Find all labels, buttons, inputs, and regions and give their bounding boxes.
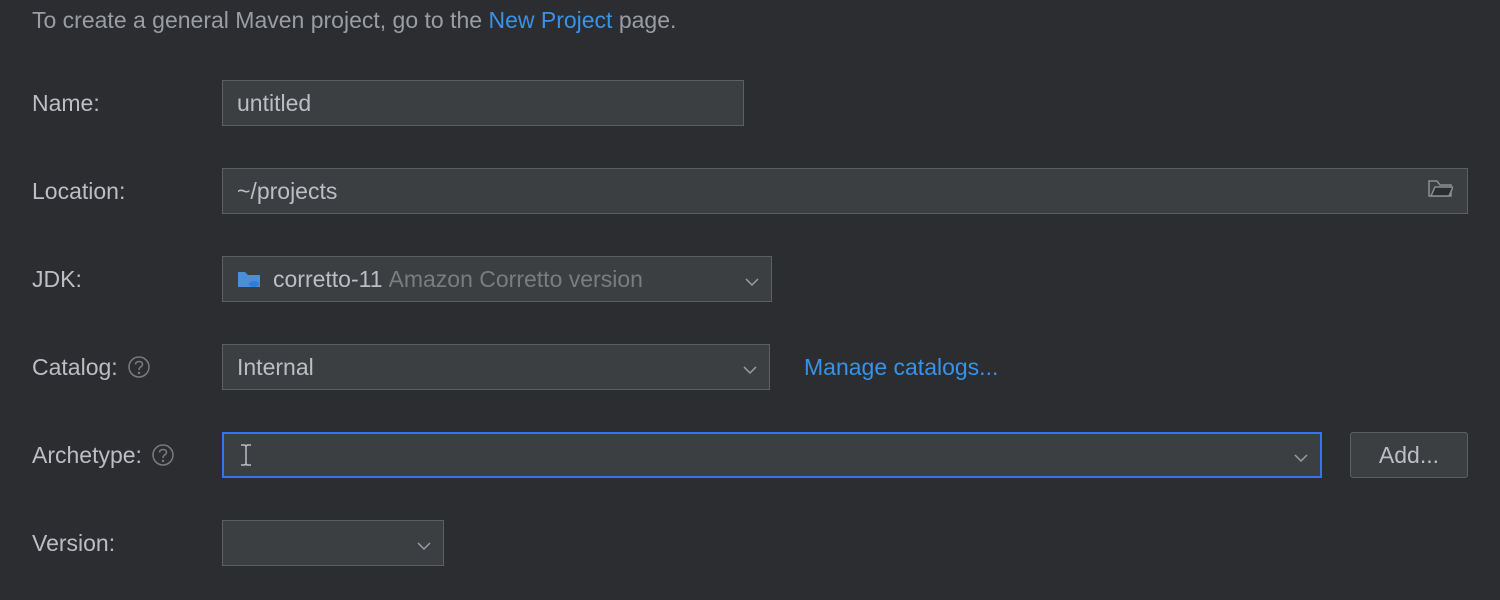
- version-row: Version:: [32, 520, 1468, 566]
- helper-suffix: page.: [612, 7, 676, 33]
- helper-prefix: To create a general Maven project, go to…: [32, 7, 488, 33]
- add-button[interactable]: Add...: [1350, 432, 1468, 478]
- catalog-dropdown[interactable]: Internal: [222, 344, 770, 390]
- browse-folder-button[interactable]: [1413, 169, 1467, 213]
- catalog-label: Catalog:: [32, 354, 118, 381]
- archetype-input-area: [238, 443, 1284, 467]
- name-label: Name:: [32, 90, 222, 117]
- location-field-wrap: [222, 168, 1468, 214]
- jdk-desc: Amazon Corretto version: [389, 266, 735, 293]
- jdk-folder-icon: [237, 269, 261, 289]
- version-label: Version:: [32, 530, 222, 557]
- jdk-dropdown[interactable]: corretto-11 Amazon Corretto version: [222, 256, 772, 302]
- help-icon[interactable]: [128, 356, 150, 378]
- manage-catalogs-link[interactable]: Manage catalogs...: [804, 354, 998, 381]
- chevron-down-icon: [743, 354, 757, 381]
- catalog-value: Internal: [237, 354, 733, 381]
- chevron-down-icon: [1294, 442, 1308, 469]
- archetype-label: Archetype:: [32, 442, 142, 469]
- name-input[interactable]: [222, 80, 744, 126]
- chevron-down-icon: [745, 266, 759, 293]
- archetype-row: Archetype:: [32, 432, 1468, 478]
- location-label: Location:: [32, 178, 222, 205]
- text-cursor-icon: [238, 443, 254, 467]
- location-input[interactable]: [223, 169, 1413, 213]
- version-dropdown[interactable]: [222, 520, 444, 566]
- chevron-down-icon: [417, 530, 431, 557]
- jdk-row: JDK: corretto-11 Amazon Corretto version: [32, 256, 1468, 302]
- folder-open-icon: [1427, 177, 1453, 205]
- catalog-row: Catalog: Internal Manage catalogs...: [32, 344, 1468, 390]
- jdk-name: corretto-11: [273, 266, 383, 293]
- help-icon[interactable]: [152, 444, 174, 466]
- location-row: Location:: [32, 168, 1468, 214]
- name-row: Name:: [32, 80, 1468, 126]
- archetype-label-wrap: Archetype:: [32, 442, 222, 469]
- new-project-link[interactable]: New Project: [488, 7, 612, 33]
- helper-text: To create a general Maven project, go to…: [32, 0, 1468, 34]
- jdk-label: JDK:: [32, 266, 222, 293]
- catalog-label-wrap: Catalog:: [32, 354, 222, 381]
- archetype-dropdown[interactable]: [222, 432, 1322, 478]
